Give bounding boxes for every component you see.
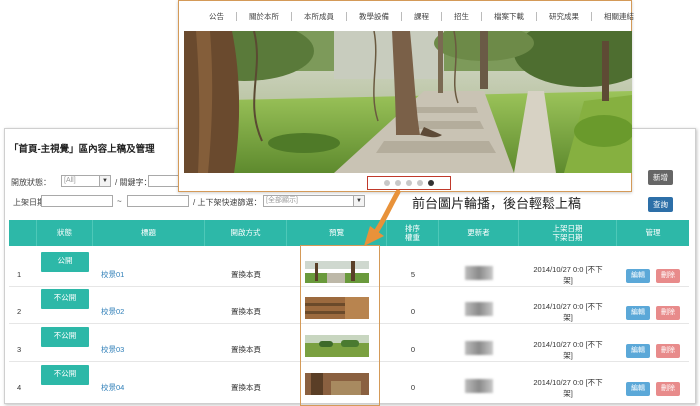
date-start-input[interactable] <box>41 195 113 207</box>
open-mode: 置換本頁 <box>231 383 261 393</box>
delete-button[interactable]: 刪除 <box>656 268 680 283</box>
edit-button[interactable]: 編輯 <box>626 305 650 320</box>
status-filter-value: [All] <box>64 177 76 184</box>
col-open-mode: 開啟方式 <box>205 220 287 246</box>
status-filter-select[interactable]: [All] ▼ <box>61 175 111 187</box>
open-mode: 置換本頁 <box>231 345 261 355</box>
nav-item-courses[interactable]: 課程 <box>402 11 442 21</box>
table-header: 狀態 標題 開啟方式 預覽 排序 權重 更新者 上架日期 下架日期 管理 <box>9 220 689 246</box>
carousel-dot-active[interactable] <box>428 180 434 186</box>
front-site-preview: 公告 關於本所 本所成員 教學設備 課程 招生 檔案下載 研究成果 相關連結 <box>178 0 634 192</box>
col-dates: 上架日期 下架日期 <box>519 220 617 246</box>
edit-button[interactable]: 編輯 <box>626 268 650 283</box>
nav-item-news[interactable]: 公告 <box>197 11 237 21</box>
publish-dates: 2014/10/27 0:0 [不下 架] <box>533 302 603 322</box>
open-mode: 置換本頁 <box>231 270 261 280</box>
arrow-icon <box>364 189 401 246</box>
delete-button[interactable]: 刪除 <box>656 381 680 396</box>
quick-filter-value: [全部顯示] <box>266 197 298 204</box>
row-number: 4 <box>17 383 22 393</box>
nav-item-about[interactable]: 關於本所 <box>237 11 292 21</box>
chevron-down-icon: ▼ <box>99 176 110 186</box>
row-number: 1 <box>17 270 22 280</box>
date-end-input[interactable] <box>127 195 189 207</box>
date-separator: ~ <box>117 197 122 206</box>
publish-dates: 2014/10/27 0:0 [不下 架] <box>533 340 603 360</box>
order-weight: 0 <box>410 307 416 317</box>
edit-button[interactable]: 編輯 <box>626 381 650 396</box>
carousel-dot[interactable] <box>395 180 401 186</box>
carousel-dot[interactable] <box>384 180 390 186</box>
edit-button[interactable]: 編輯 <box>626 343 650 358</box>
nav-item-facilities[interactable]: 教學設備 <box>347 11 402 21</box>
status-filter-label: 開放狀態： <box>11 178 51 187</box>
carousel-banner-image <box>184 31 632 173</box>
order-weight: 5 <box>410 270 416 280</box>
col-status: 狀態 <box>37 220 93 246</box>
query-button[interactable]: 查詢 <box>648 197 673 212</box>
updater-avatar <box>465 265 493 280</box>
row-number: 3 <box>17 345 22 355</box>
order-weight: 0 <box>410 383 416 393</box>
updater-avatar <box>465 378 493 393</box>
publish-dates: 2014/10/27 0:0 [不下 架] <box>533 265 603 285</box>
delete-button[interactable]: 刪除 <box>656 305 680 320</box>
nav-item-admission[interactable]: 招生 <box>442 11 482 21</box>
open-mode: 置換本頁 <box>231 307 261 317</box>
row-title-link[interactable]: 校景03 <box>101 345 124 355</box>
carousel-dot[interactable] <box>417 180 423 186</box>
row-title-link[interactable]: 校景02 <box>101 307 124 317</box>
col-manage: 管理 <box>645 228 661 238</box>
row-title-link[interactable]: 校景04 <box>101 383 124 393</box>
carousel-dot[interactable] <box>406 180 412 186</box>
keyword-label: / 關鍵字： <box>115 178 152 187</box>
nav-item-links[interactable]: 相關連結 <box>592 12 646 21</box>
caption-text: 前台圖片輪播，後台輕鬆上稿 <box>412 197 582 212</box>
col-index <box>9 220 37 246</box>
order-weight: 0 <box>410 345 416 355</box>
row-title-link[interactable]: 校景01 <box>101 270 124 280</box>
quick-filter-label: / 上下架快速篩選： <box>193 198 262 207</box>
updater-avatar <box>465 340 493 355</box>
status-toggle[interactable]: 不公開 <box>41 288 89 309</box>
site-nav: 公告 關於本所 本所成員 教學設備 課程 招生 檔案下載 研究成果 相關連結 <box>179 1 634 31</box>
admin-title: 「首頁-主視覺」區內容上稿及管理 <box>9 144 155 155</box>
col-updater: 更新者 <box>439 220 519 246</box>
nav-item-members[interactable]: 本所成員 <box>292 11 347 21</box>
updater-avatar <box>465 301 493 316</box>
row-number: 2 <box>17 307 22 317</box>
preview-column-highlight <box>300 245 380 406</box>
nav-item-research[interactable]: 研究成果 <box>537 11 592 21</box>
status-toggle[interactable]: 不公開 <box>41 364 89 385</box>
col-title: 標題 <box>93 220 205 246</box>
quick-filter-select[interactable]: [全部顯示] ▼ <box>263 195 365 207</box>
status-toggle[interactable]: 不公開 <box>41 326 89 347</box>
delete-button[interactable]: 刪除 <box>656 343 680 358</box>
new-button[interactable]: 新增 <box>648 170 673 185</box>
publish-dates: 2014/10/27 0:0 [不下 架] <box>533 378 603 398</box>
status-toggle[interactable]: 公開 <box>41 251 89 272</box>
nav-item-downloads[interactable]: 檔案下載 <box>482 11 537 21</box>
